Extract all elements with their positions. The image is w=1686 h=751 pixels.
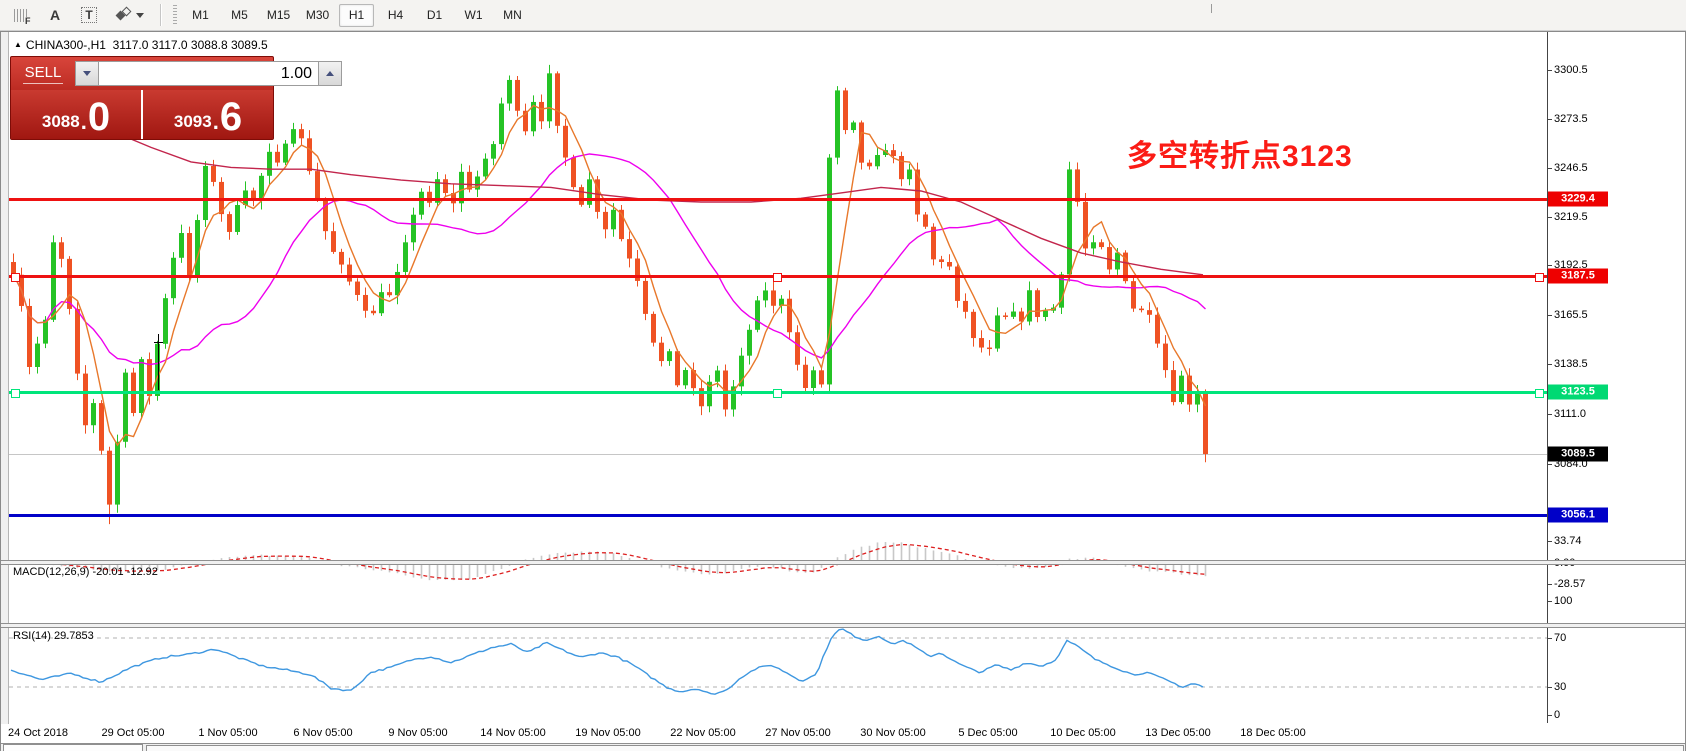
level-badge-3056.1: 3056.1 <box>1548 507 1608 522</box>
level-badge-3123.5: 3123.5 <box>1548 385 1608 400</box>
level-line-3056.1[interactable] <box>9 514 1547 517</box>
volume-increase-button[interactable] <box>318 61 342 86</box>
current-price-badge: 3089.5 <box>1548 447 1608 462</box>
time-tick-label: 10 Dec 05:00 <box>1050 727 1115 739</box>
timeframe-button-mn[interactable]: MN <box>495 4 530 27</box>
rsi-scale-label: 70 <box>1554 632 1566 644</box>
axis-tick <box>1547 364 1552 365</box>
level-handle[interactable] <box>11 273 20 282</box>
price-tick-label: 3246.5 <box>1554 162 1588 174</box>
axis-tick <box>1547 217 1552 218</box>
pane-divider-rsi[interactable] <box>1 623 1685 628</box>
level-handle[interactable] <box>11 389 20 398</box>
axis-tick <box>1547 541 1552 542</box>
axis-tick <box>1547 315 1552 316</box>
time-tick-label: 22 Nov 05:00 <box>670 727 735 739</box>
axis-tick <box>1547 119 1552 120</box>
rsi-pane-canvas[interactable] <box>9 597 1547 723</box>
time-tick-label: 6 Nov 05:00 <box>293 727 352 739</box>
price-tick-label: 3138.5 <box>1554 358 1588 370</box>
macd-scale-label: 33.74 <box>1554 535 1582 547</box>
chart-annotation-text[interactable]: 多空转折点3123 <box>1127 131 1353 175</box>
axis-tick <box>1547 687 1552 688</box>
time-tick-label: 9 Nov 05:00 <box>388 727 447 739</box>
macd-label: MACD(12,26,9) -20.01 -12.92 <box>13 566 158 578</box>
volume-decrease-button[interactable] <box>75 61 99 86</box>
price-axis-line <box>1547 32 1548 723</box>
axis-tick <box>1547 584 1552 585</box>
timeframe-button-w1[interactable]: W1 <box>456 4 491 27</box>
time-tick-label: 14 Nov 05:00 <box>480 727 545 739</box>
timeframe-button-h4[interactable]: H4 <box>378 4 413 27</box>
timeframe-button-h1[interactable]: H1 <box>339 4 374 27</box>
time-tick-label: 13 Dec 05:00 <box>1145 727 1210 739</box>
axis-tick <box>1547 464 1552 465</box>
timeframe-button-m1[interactable]: M1 <box>183 4 218 27</box>
level-handle[interactable] <box>773 389 782 398</box>
chart-window: ▲CHINA300-,H1 3117.0 3117.0 3088.8 3089.… <box>0 31 1686 751</box>
time-tick-label: 29 Oct 05:00 <box>102 727 165 739</box>
arrow-down-icon <box>83 71 91 76</box>
buy-price-display[interactable]: 3093.6 <box>143 90 273 139</box>
time-tick-label: 1 Nov 05:00 <box>198 727 257 739</box>
level-handle[interactable] <box>1535 389 1544 398</box>
axis-tick <box>1547 715 1552 716</box>
timeframe-button-m15[interactable]: M15 <box>261 4 296 27</box>
top-toolbar: F A T M1M5M15M30H1H4D1W1MN <box>0 0 1686 31</box>
axis-tick <box>1547 168 1552 169</box>
level-handle[interactable] <box>1535 273 1544 282</box>
axis-tick <box>1547 265 1552 266</box>
price-tick-label: 3273.5 <box>1554 113 1588 125</box>
timeframe-button-d1[interactable]: D1 <box>417 4 452 27</box>
window-left-gutter <box>1 32 9 751</box>
time-tick-label: 5 Dec 05:00 <box>958 727 1017 739</box>
grid-properties-icon[interactable]: F <box>8 4 34 26</box>
time-tick-label: 18 Dec 05:00 <box>1240 727 1305 739</box>
price-tick-label: 3165.5 <box>1554 309 1588 321</box>
axis-tick <box>1547 638 1552 639</box>
time-tick-label: 30 Nov 05:00 <box>860 727 925 739</box>
arrow-tool-icon[interactable]: A <box>42 4 68 26</box>
rsi-scale-label: 30 <box>1554 681 1566 693</box>
volume-input[interactable] <box>99 61 318 86</box>
time-tick-label: 24 Oct 2018 <box>8 727 68 739</box>
price-tick-label: 3111.0 <box>1554 408 1586 420</box>
level-badge-3229.4: 3229.4 <box>1548 192 1608 207</box>
chart-tab[interactable] <box>3 744 143 751</box>
level-badge-3187.5: 3187.5 <box>1548 268 1608 283</box>
arrow-up-icon <box>326 71 334 76</box>
timeframe-button-m30[interactable]: M30 <box>300 4 335 27</box>
sell-button[interactable]: SELL <box>11 57 75 90</box>
toolbar-drag-handle[interactable] <box>173 5 177 25</box>
timeframe-buttons: M1M5M15M30H1H4D1W1MN <box>181 4 532 27</box>
one-click-trade-panel: SELL BUY 3088.0 3093.6 <box>10 56 274 140</box>
chevron-down-icon[interactable] <box>136 13 144 18</box>
rsi-scale-label: 100 <box>1554 595 1572 607</box>
text-label-tool-icon[interactable]: T <box>76 4 102 26</box>
level-handle[interactable] <box>773 273 782 282</box>
rsi-scale-label: 0 <box>1554 709 1560 721</box>
axis-tick <box>1547 601 1552 602</box>
time-tick-label: 19 Nov 05:00 <box>575 727 640 739</box>
level-line-3229.4[interactable] <box>9 198 1547 201</box>
macd-scale-label: -28.57 <box>1554 578 1585 590</box>
toolbar-separator <box>160 4 161 26</box>
price-tick-label: 3219.5 <box>1554 211 1588 223</box>
axis-tick <box>1547 70 1552 71</box>
toolbar-mark <box>1211 4 1212 13</box>
shapes-tool-icon[interactable] <box>110 4 150 26</box>
buy-button[interactable]: BUY <box>342 57 406 90</box>
price-tick-label: 3300.5 <box>1554 64 1588 76</box>
time-axis[interactable]: 24 Oct 2018 29 Oct 05:00 1 Nov 05:00 6 Nov … <box>1 724 1685 744</box>
axis-tick <box>1547 414 1552 415</box>
sell-price-display[interactable]: 3088.0 <box>11 90 143 139</box>
horizontal-scrollbar[interactable] <box>146 745 1684 751</box>
timeframe-button-m5[interactable]: M5 <box>222 4 257 27</box>
time-tick-label: 27 Nov 05:00 <box>765 727 830 739</box>
pane-divider-macd[interactable] <box>1 560 1685 565</box>
bottom-strip <box>1 744 1685 751</box>
mt4-terminal: F A T M1M5M15M30H1H4D1W1MN ▲CHINA300-,H1… <box>0 0 1686 751</box>
rsi-label: RSI(14) 29.7853 <box>13 630 94 642</box>
